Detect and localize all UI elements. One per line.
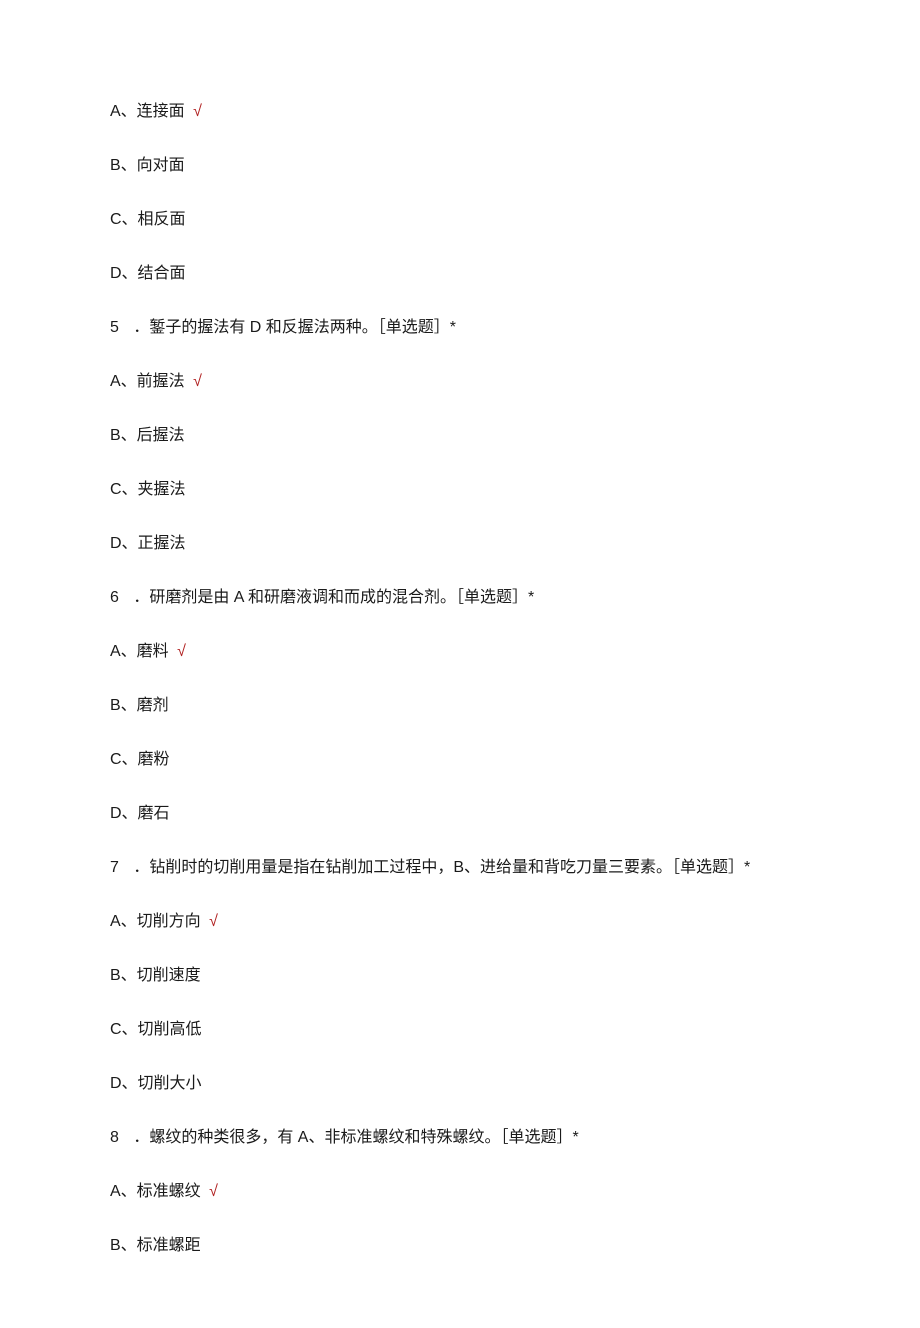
option-label: C、夹握法	[110, 481, 186, 498]
option-q6-a: A、磨料 √	[110, 640, 810, 664]
option-q4-a: A、连接面 √	[110, 100, 810, 124]
question-5: 5 ．錾子的握法有 D 和反握法两种。［单选题］*	[110, 316, 810, 340]
option-q5-c: C、夹握法	[110, 478, 810, 502]
check-icon: √	[193, 103, 202, 120]
question-number: 8	[110, 1126, 119, 1150]
check-icon: √	[177, 643, 186, 660]
question-8: 8 ．螺纹的种类很多，有 A、非标准螺纹和特殊螺纹。［单选题］*	[110, 1126, 810, 1150]
option-q5-b: B、后握法	[110, 424, 810, 448]
option-q4-d: D、结合面	[110, 262, 810, 286]
question-text: ．螺纹的种类很多，有 A、非标准螺纹和特殊螺纹。［单选题］*	[133, 1129, 578, 1146]
question-6: 6 ．研磨剂是由 A 和研磨液调和而成的混合剂。［单选题］*	[110, 586, 810, 610]
question-number: 6	[110, 586, 119, 610]
option-q5-d: D、正握法	[110, 532, 810, 556]
option-q6-c: C、磨粉	[110, 748, 810, 772]
check-icon: √	[209, 1183, 218, 1200]
option-label: B、向对面	[110, 157, 185, 174]
question-text: ．钻削时的切削用量是指在钻削加工过程中，B、进给量和背吃刀量三要素。［单选题］*	[133, 859, 750, 876]
option-label: C、切削高低	[110, 1021, 202, 1038]
option-q7-b: B、切削速度	[110, 964, 810, 988]
option-label: D、切削大小	[110, 1075, 202, 1092]
option-label: B、磨剂	[110, 697, 169, 714]
question-7: 7 ．钻削时的切削用量是指在钻削加工过程中，B、进给量和背吃刀量三要素。［单选题…	[110, 856, 810, 880]
option-q6-d: D、磨石	[110, 802, 810, 826]
option-q5-a: A、前握法 √	[110, 370, 810, 394]
option-label: C、磨粉	[110, 751, 170, 768]
question-text: ．錾子的握法有 D 和反握法两种。［单选题］*	[133, 319, 456, 336]
option-q6-b: B、磨剂	[110, 694, 810, 718]
option-q8-b: B、标准螺距	[110, 1234, 810, 1258]
option-q7-d: D、切削大小	[110, 1072, 810, 1096]
document-page: A、连接面 √ B、向对面 C、相反面 D、结合面 5 ．錾子的握法有 D 和反…	[0, 0, 920, 1328]
question-text: ．研磨剂是由 A 和研磨液调和而成的混合剂。［单选题］*	[133, 589, 534, 606]
option-q7-a: A、切削方向 √	[110, 910, 810, 934]
option-q4-c: C、相反面	[110, 208, 810, 232]
option-q4-b: B、向对面	[110, 154, 810, 178]
question-number: 5	[110, 316, 119, 340]
option-q7-c: C、切削高低	[110, 1018, 810, 1042]
option-q8-a: A、标准螺纹 √	[110, 1180, 810, 1204]
option-label: A、磨料	[110, 643, 169, 660]
check-icon: √	[193, 373, 202, 390]
option-label: B、切削速度	[110, 967, 201, 984]
option-label: D、磨石	[110, 805, 170, 822]
option-label: B、标准螺距	[110, 1237, 201, 1254]
option-label: C、相反面	[110, 211, 186, 228]
option-label: A、连接面	[110, 103, 185, 120]
option-label: D、正握法	[110, 535, 186, 552]
option-label: A、标准螺纹	[110, 1183, 201, 1200]
question-number: 7	[110, 856, 119, 880]
option-label: A、前握法	[110, 373, 185, 390]
option-label: A、切削方向	[110, 913, 201, 930]
option-label: B、后握法	[110, 427, 185, 444]
option-label: D、结合面	[110, 265, 186, 282]
check-icon: √	[209, 913, 218, 930]
